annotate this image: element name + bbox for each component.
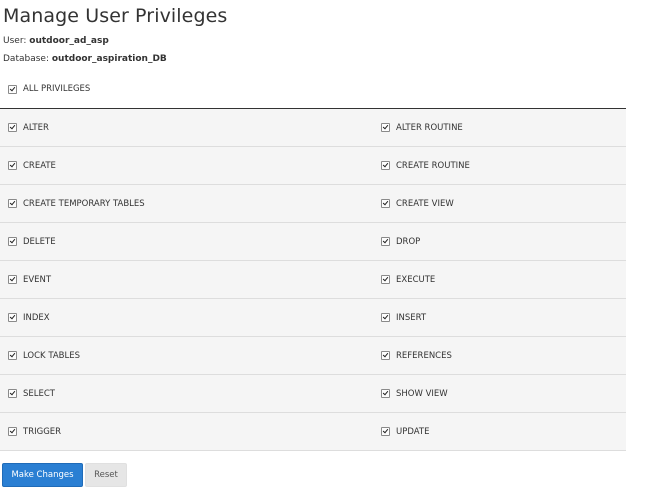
privileges-table: ALTER ALTER ROUTINE CREATE CREATE ROUTIN… bbox=[0, 108, 626, 451]
privilege-label: EVENT bbox=[23, 274, 52, 285]
user-value: outdoor_ad_asp bbox=[29, 36, 109, 46]
privilege-label: INDEX bbox=[23, 312, 50, 323]
privilege-row: SELECT SHOW VIEW bbox=[0, 375, 626, 413]
privilege-checkbox[interactable] bbox=[381, 161, 390, 170]
privilege-option[interactable]: DROP bbox=[381, 223, 420, 260]
privilege-option[interactable]: DELETE bbox=[8, 223, 56, 260]
privilege-checkbox[interactable] bbox=[8, 199, 17, 208]
privilege-row: LOCK TABLES REFERENCES bbox=[0, 337, 626, 375]
privilege-row: ALTER ALTER ROUTINE bbox=[0, 109, 626, 147]
privilege-checkbox[interactable] bbox=[381, 123, 390, 132]
privilege-option[interactable]: SHOW VIEW bbox=[381, 375, 448, 412]
privilege-checkbox[interactable] bbox=[381, 275, 390, 284]
privilege-checkbox[interactable] bbox=[381, 427, 390, 436]
privilege-checkbox[interactable] bbox=[381, 389, 390, 398]
all-privileges-label: ALL PRIVILEGES bbox=[23, 84, 91, 94]
privilege-option[interactable]: LOCK TABLES bbox=[8, 337, 80, 374]
privilege-label: ALTER bbox=[23, 122, 49, 133]
database-value: outdoor_aspiration_DB bbox=[51, 54, 167, 64]
database-line: Database: outdoor_aspiration_DB bbox=[3, 54, 167, 64]
privilege-option[interactable]: ALTER bbox=[8, 109, 49, 146]
make-changes-button[interactable]: Make Changes bbox=[2, 463, 83, 487]
privilege-option[interactable]: EVENT bbox=[8, 261, 51, 298]
privilege-row: CREATE TEMPORARY TABLES CREATE VIEW bbox=[0, 185, 626, 223]
user-label: User: bbox=[3, 36, 27, 46]
privilege-label: CREATE bbox=[23, 160, 56, 171]
privilege-option[interactable]: INDEX bbox=[8, 299, 50, 336]
privilege-checkbox[interactable] bbox=[8, 275, 17, 284]
privilege-option[interactable]: TRIGGER bbox=[8, 413, 61, 450]
privilege-label: CREATE TEMPORARY TABLES bbox=[23, 198, 145, 209]
database-label: Database: bbox=[3, 54, 49, 64]
user-line: User: outdoor_ad_asp bbox=[3, 36, 109, 46]
privilege-checkbox[interactable] bbox=[8, 427, 17, 436]
privilege-checkbox[interactable] bbox=[381, 351, 390, 360]
privilege-option[interactable]: CREATE bbox=[8, 147, 56, 184]
page-title: Manage User Privileges bbox=[3, 5, 228, 27]
privilege-label: REFERENCES bbox=[396, 350, 452, 361]
all-privileges-option[interactable]: ALL PRIVILEGES bbox=[8, 84, 90, 94]
reset-button[interactable]: Reset bbox=[85, 463, 127, 487]
privilege-option[interactable]: REFERENCES bbox=[381, 337, 452, 374]
privilege-checkbox[interactable] bbox=[8, 123, 17, 132]
privilege-label: CREATE ROUTINE bbox=[396, 160, 470, 171]
privilege-option[interactable]: INSERT bbox=[381, 299, 426, 336]
privilege-option[interactable]: ALTER ROUTINE bbox=[381, 109, 463, 146]
privilege-label: ALTER ROUTINE bbox=[396, 122, 463, 133]
privilege-label: CREATE VIEW bbox=[396, 198, 454, 209]
privilege-label: LOCK TABLES bbox=[23, 350, 81, 361]
privilege-option[interactable]: SELECT bbox=[8, 375, 55, 412]
privilege-label: SELECT bbox=[23, 388, 55, 399]
privilege-label: SHOW VIEW bbox=[396, 388, 448, 399]
privilege-checkbox[interactable] bbox=[381, 237, 390, 246]
privilege-row: DELETE DROP bbox=[0, 223, 626, 261]
privilege-row: INDEX INSERT bbox=[0, 299, 626, 337]
privilege-row: TRIGGER UPDATE bbox=[0, 413, 626, 451]
privilege-option[interactable]: CREATE TEMPORARY TABLES bbox=[8, 185, 145, 222]
privilege-option[interactable]: CREATE VIEW bbox=[381, 185, 454, 222]
privilege-label: DELETE bbox=[23, 236, 56, 247]
privilege-checkbox[interactable] bbox=[381, 313, 390, 322]
privilege-option[interactable]: CREATE ROUTINE bbox=[381, 147, 470, 184]
privilege-label: DROP bbox=[396, 236, 421, 247]
privilege-row: EVENT EXECUTE bbox=[0, 261, 626, 299]
privilege-option[interactable]: EXECUTE bbox=[381, 261, 435, 298]
privilege-checkbox[interactable] bbox=[8, 389, 17, 398]
privilege-label: UPDATE bbox=[396, 426, 430, 437]
privilege-checkbox[interactable] bbox=[8, 313, 17, 322]
privilege-option[interactable]: UPDATE bbox=[381, 413, 429, 450]
privilege-label: INSERT bbox=[396, 312, 427, 323]
all-privileges-checkbox[interactable] bbox=[8, 84, 17, 94]
privilege-checkbox[interactable] bbox=[8, 237, 17, 246]
privilege-row: CREATE CREATE ROUTINE bbox=[0, 147, 626, 185]
privilege-label: EXECUTE bbox=[396, 274, 436, 285]
privilege-checkbox[interactable] bbox=[381, 199, 390, 208]
privilege-checkbox[interactable] bbox=[8, 161, 17, 170]
privilege-checkbox[interactable] bbox=[8, 351, 17, 360]
privilege-label: TRIGGER bbox=[23, 426, 62, 437]
